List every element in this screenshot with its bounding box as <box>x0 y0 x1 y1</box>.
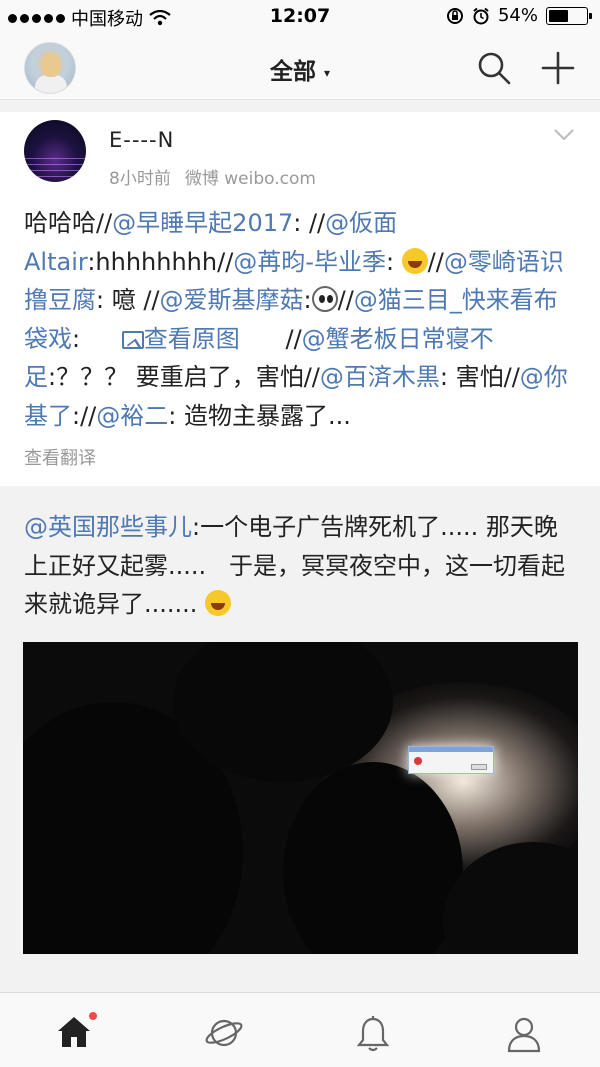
bell-icon <box>356 1016 390 1052</box>
rotation-lock-icon <box>446 7 463 24</box>
mention-link[interactable]: @早睡早起2017 <box>112 209 293 237</box>
status-bar: 中国移动 12:07 54% <box>0 0 600 34</box>
repost-body: @英国那些事儿:一个电子广告牌死机了..... 那天晚上正好又起雾..... 于… <box>24 513 566 618</box>
reposted-content[interactable]: @英国那些事儿:一个电子广告牌死机了..... 那天晚上正好又起雾..... 于… <box>0 486 600 975</box>
search-icon[interactable] <box>476 50 512 86</box>
ghost-emoji <box>311 286 338 312</box>
view-original-image-link[interactable]: 查看原图 <box>144 325 240 353</box>
mention-link[interactable]: @百済木黒 <box>320 363 440 391</box>
mention-link[interactable]: @苒昀-毕业季 <box>233 248 386 276</box>
feed-filter-label: 全部 <box>269 59 316 85</box>
weibo-post[interactable]: E----N 8小时前 微博 weibo.com 哈哈哈//@早睡早起2017:… <box>0 112 600 486</box>
caret-down-icon: ▾ <box>323 65 331 80</box>
profile-icon <box>507 1017 541 1053</box>
alarm-icon <box>473 7 489 24</box>
laugh-emoji <box>401 247 428 274</box>
tab-messages[interactable] <box>356 1015 396 1055</box>
post-body: 哈哈哈//@早睡早起2017: //@仮面Altair:hhhhhhhh//@苒… <box>24 209 568 430</box>
repost-photo[interactable] <box>23 642 578 954</box>
plus-icon[interactable] <box>540 50 576 86</box>
bottom-tab-bar <box>0 992 600 1067</box>
home-icon <box>58 1017 90 1047</box>
image-icon[interactable] <box>121 330 144 349</box>
post-source: 微博 weibo.com <box>184 169 316 189</box>
notification-dot <box>88 1011 98 1021</box>
tab-home[interactable] <box>56 1011 98 1055</box>
post-meta: 8小时前 微博 weibo.com <box>109 164 316 189</box>
view-translation-link[interactable]: 查看翻译 <box>24 444 96 470</box>
chevron-down-icon[interactable] <box>553 128 575 142</box>
tab-profile[interactable] <box>506 1015 546 1055</box>
mention-link[interactable]: @裕二 <box>96 402 168 430</box>
error-icon <box>414 757 422 765</box>
error-dialog-billboard <box>408 746 494 774</box>
battery-level <box>549 9 569 22</box>
laugh-emoji <box>205 590 232 616</box>
battery-percent: 54% <box>497 5 538 26</box>
post-time: 8小时前 <box>109 169 171 189</box>
author-avatar[interactable] <box>24 120 86 182</box>
mention-link[interactable]: @爱斯基摩菇 <box>160 286 304 314</box>
top-navbar: 全部 ▾ <box>0 34 600 100</box>
tab-discover[interactable] <box>204 1015 244 1055</box>
author-name[interactable]: E----N <box>109 128 174 152</box>
status-right: 54% <box>446 5 592 26</box>
battery-icon <box>546 6 592 25</box>
discover-icon <box>205 1019 243 1047</box>
mention-link[interactable]: @英国那些事儿 <box>24 513 192 541</box>
